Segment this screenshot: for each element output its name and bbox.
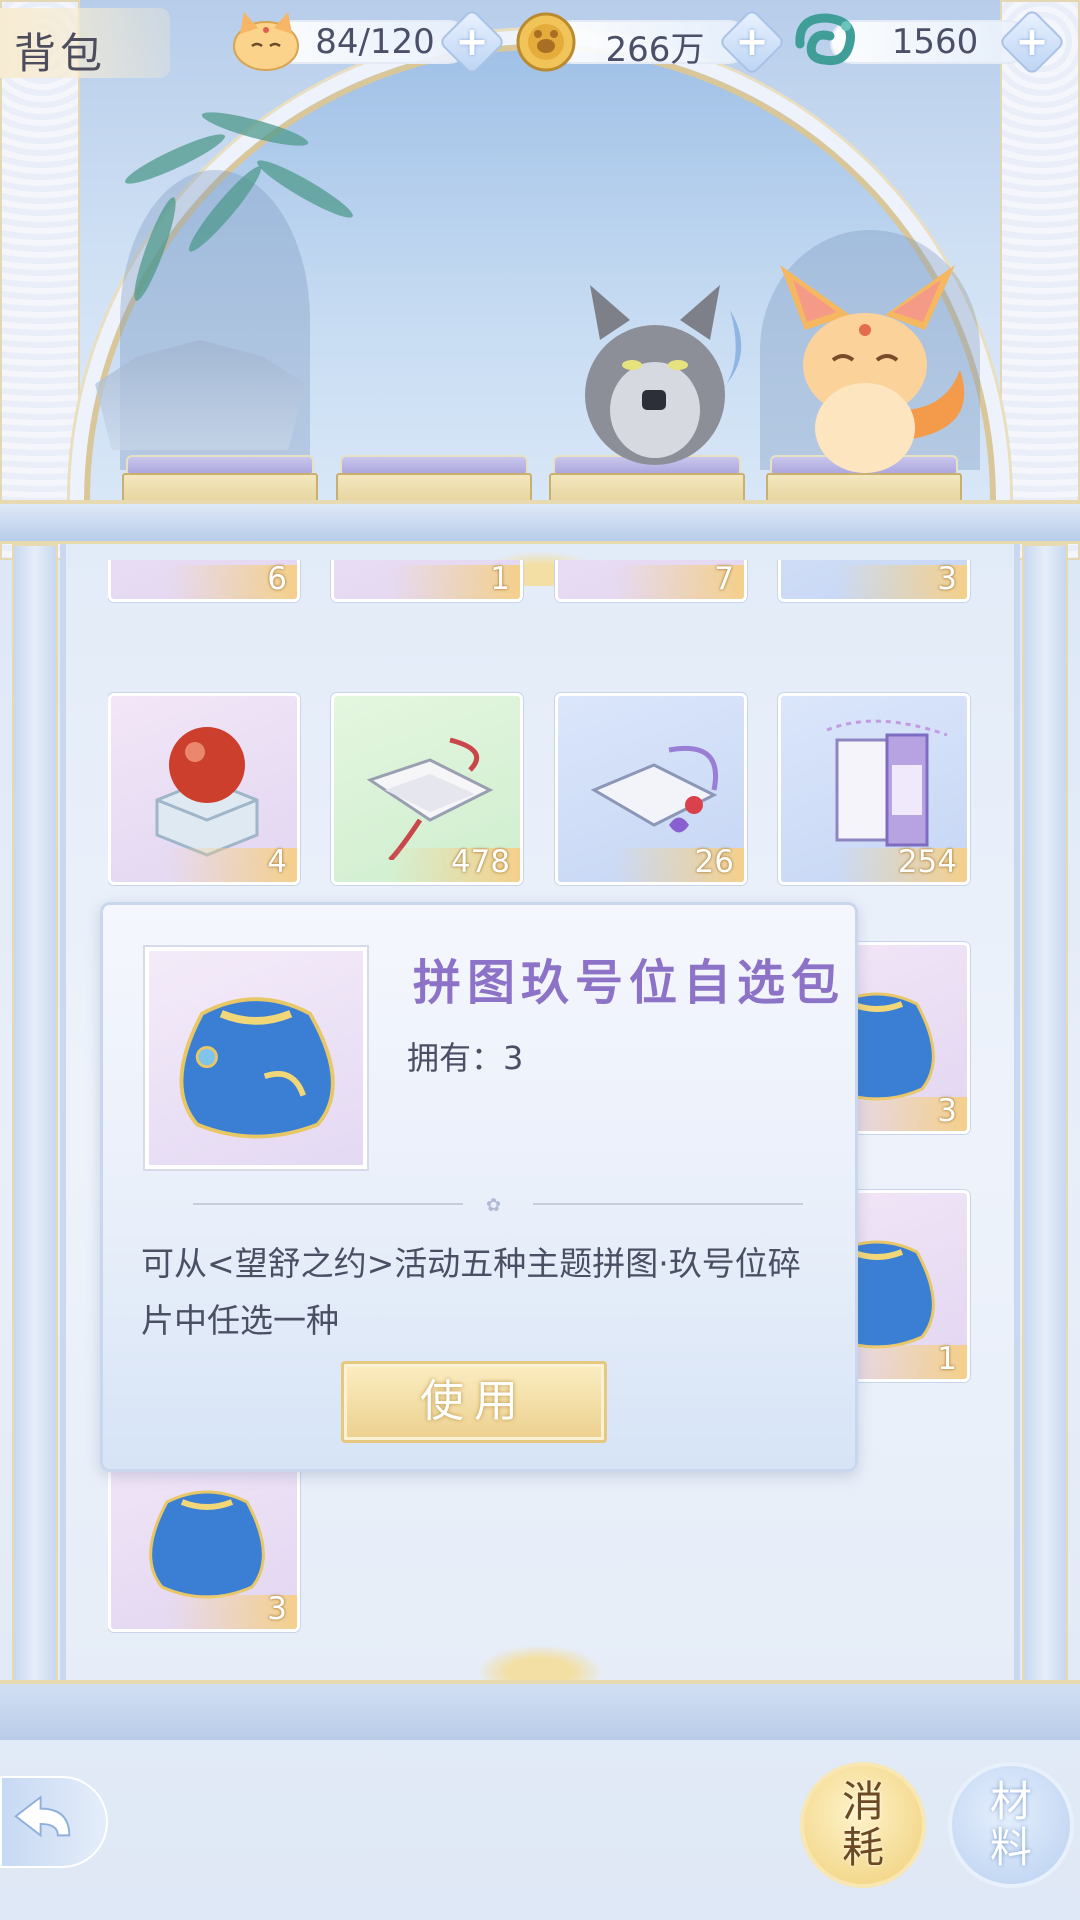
use-button[interactable]: 使用 <box>341 1361 607 1443</box>
detail-divider: ✿ <box>193 1195 803 1216</box>
left-lattice-panel <box>0 0 80 560</box>
top-bar: 背包 84/120 + 266万 + 1560 + <box>0 0 1080 84</box>
grey-cat-pet[interactable] <box>560 270 760 470</box>
frame-bottom-rail <box>0 1680 1080 1740</box>
item-slot-scroll-book[interactable]: 478 <box>331 693 523 885</box>
red-orb-box-icon <box>155 727 259 857</box>
page-title: 背包 <box>0 8 170 78</box>
blue-pouch-icon <box>149 1490 265 1599</box>
add-jade-button[interactable]: + <box>998 8 1066 76</box>
left-pillar <box>12 544 58 1684</box>
stamina-value: 84/120 <box>315 22 435 62</box>
item-slot[interactable]: 6 <box>108 560 300 602</box>
item-slot[interactable]: 7 <box>555 560 747 602</box>
frame-top-rail <box>0 500 1080 544</box>
right-pillar <box>1022 544 1068 1684</box>
music-score-book-icon <box>826 719 948 847</box>
pet-display-scene <box>0 0 1080 560</box>
owned-count: 拥有：3 <box>407 1039 524 1077</box>
item-name: 拼图玖号位自选包 <box>413 955 846 1011</box>
item-slot-book-pendant[interactable]: 26 <box>555 693 747 885</box>
right-lattice-panel <box>1000 0 1080 560</box>
jade-value: 1560 <box>891 22 979 62</box>
item-detail-thumbnail <box>145 947 367 1169</box>
gold-coin-icon <box>516 12 576 72</box>
back-arrow-icon <box>14 1795 71 1838</box>
item-description: 可从<望舒之约>活动五种主题拼图·玖号位碎片中任选一种 <box>141 1244 801 1340</box>
add-stamina-button[interactable]: + <box>438 8 506 76</box>
item-detail-panel: 拼图玖号位自选包 拥有：3 ✿ 可从<望舒之约>活动五种主题拼图·玖号位碎片中任… <box>100 902 858 1472</box>
item-slot-music-score[interactable]: 254 <box>778 693 970 885</box>
item-slot[interactable]: 3 <box>778 560 970 602</box>
back-button[interactable] <box>0 1776 108 1868</box>
tab-consumables[interactable]: 消 耗 <box>800 1762 926 1888</box>
flower-ornament-icon: ✿ <box>486 1195 502 1216</box>
jade-dragon-icon <box>795 13 855 66</box>
gold-value: 266万 <box>605 30 705 70</box>
cat-face-icon <box>233 12 299 71</box>
tab-materials[interactable]: 材 料 <box>948 1762 1074 1888</box>
blue-pouch-icon <box>179 997 335 1139</box>
item-slot-red-orb[interactable]: 4 <box>108 693 300 885</box>
book-with-pendant-icon <box>590 745 718 833</box>
orange-fox-pet[interactable] <box>765 260 975 475</box>
scroll-book-icon <box>366 737 494 860</box>
item-slot[interactable]: 1 <box>331 560 523 602</box>
